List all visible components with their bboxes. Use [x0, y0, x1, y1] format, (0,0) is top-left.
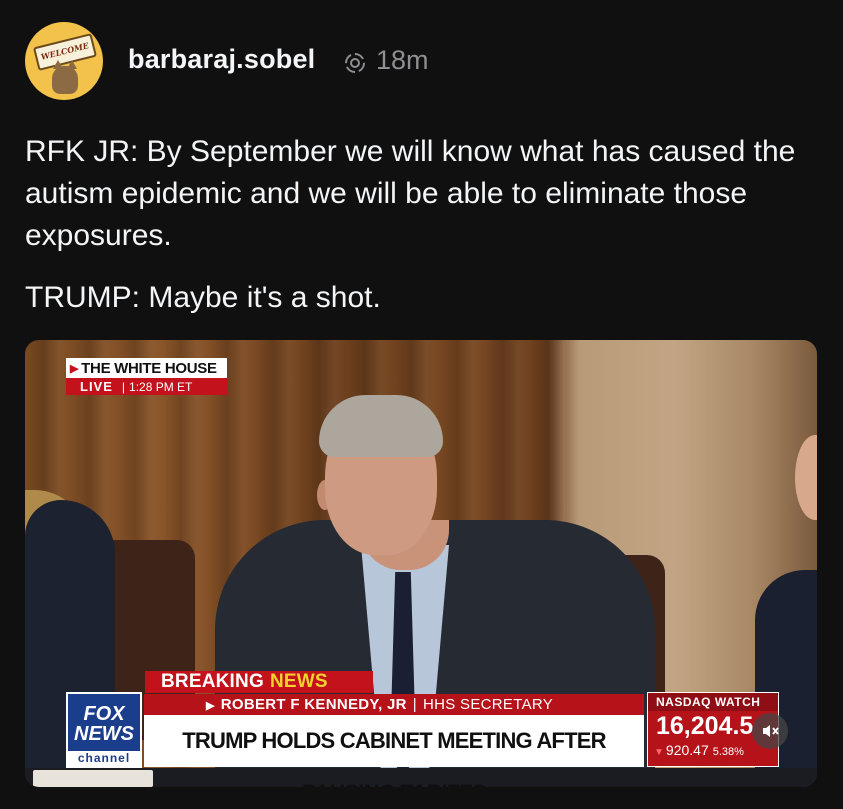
post-body: RFK JR: By September we will know what h… [25, 131, 815, 319]
white-house-live-bug: ▶ THE WHITE HOUSE LIVE | 1:28 PM ET [66, 358, 227, 395]
play-triangle-icon: ▶ [70, 362, 79, 375]
person-right-head [795, 435, 817, 520]
avatar[interactable]: WELCOME [25, 22, 103, 100]
username[interactable]: barbaraj.sobel [128, 44, 315, 75]
ticker-percent: 5.38% [712, 746, 744, 758]
post-paragraph: TRUMP: Maybe it's a shot. [25, 281, 381, 314]
speaker-hair [319, 395, 443, 457]
breaking-news-banner: BREAKING NEWS [145, 671, 373, 693]
speaker-name-strap: ▶ ROBERT F KENNEDY, JR | HHS SECRETARY [144, 694, 644, 715]
play-triangle-icon: ▶ [206, 700, 215, 712]
down-arrow-icon: ▼ [654, 747, 664, 758]
live-label: LIVE [80, 379, 113, 394]
speaker-role: HHS SECRETARY [423, 696, 554, 713]
ticker-change: 920.47 [665, 742, 709, 758]
post-timestamp: 18m [376, 45, 429, 75]
speaker-name: ROBERT F KENNEDY, JR [220, 696, 407, 713]
video-player[interactable]: ▶ THE WHITE HOUSE LIVE | 1:28 PM ET BREA… [25, 340, 817, 787]
mute-button[interactable] [752, 713, 788, 749]
bug-separator: | [121, 379, 126, 394]
fox-news-logo: FOX NEWS channel [66, 692, 142, 768]
nameplate [33, 770, 153, 787]
avatar-cat-illustration [52, 60, 78, 94]
speaker-muted-icon [763, 725, 779, 737]
post-paragraph: RFK JR: By September we will know what h… [25, 135, 796, 252]
ticker-label: NASDAQ WATCH [648, 693, 778, 711]
reshare-icon [345, 53, 365, 73]
live-time: 1:28 PM ET [129, 379, 193, 394]
news-headline: TRUMP HOLDS CABINET MEETING AFTER PAUSIN… [144, 715, 644, 787]
bug-title: THE WHITE HOUSE [81, 359, 217, 377]
breaking-label: BREAKING [161, 671, 264, 692]
news-label: NEWS [269, 671, 328, 692]
